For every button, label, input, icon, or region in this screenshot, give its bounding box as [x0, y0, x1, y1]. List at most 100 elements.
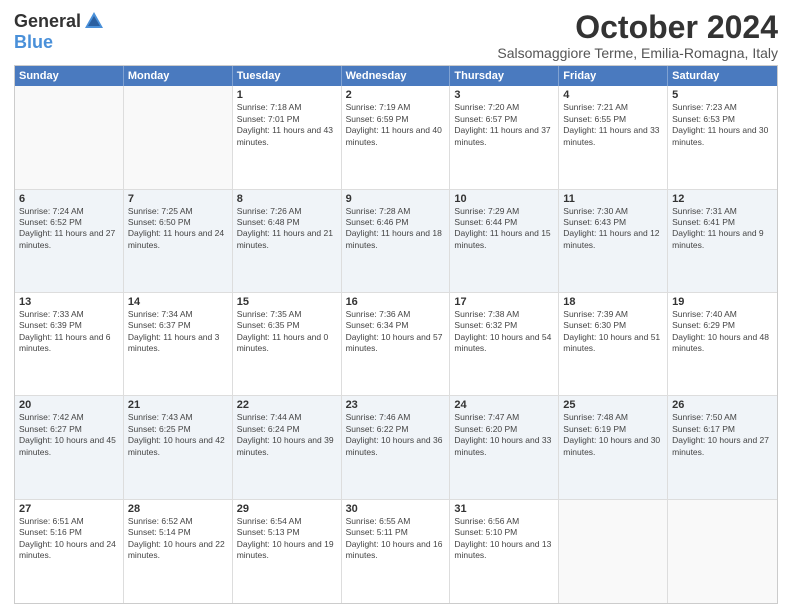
cell-info: Sunrise: 7:24 AMSunset: 6:52 PMDaylight:…	[19, 206, 119, 252]
day-number: 21	[128, 399, 228, 411]
calendar-cell	[668, 500, 777, 603]
calendar-cell: 13Sunrise: 7:33 AMSunset: 6:39 PMDayligh…	[15, 293, 124, 395]
cell-info: Sunrise: 6:52 AMSunset: 5:14 PMDaylight:…	[128, 516, 228, 562]
cell-info: Sunrise: 7:33 AMSunset: 6:39 PMDaylight:…	[19, 309, 119, 355]
logo-icon	[83, 10, 105, 32]
calendar-cell: 16Sunrise: 7:36 AMSunset: 6:34 PMDayligh…	[342, 293, 451, 395]
calendar-header: SundayMondayTuesdayWednesdayThursdayFrid…	[15, 66, 777, 86]
calendar-cell: 21Sunrise: 7:43 AMSunset: 6:25 PMDayligh…	[124, 396, 233, 498]
day-number: 6	[19, 193, 119, 205]
calendar-row-4: 27Sunrise: 6:51 AMSunset: 5:16 PMDayligh…	[15, 500, 777, 603]
month-title: October 2024	[497, 10, 778, 45]
day-number: 7	[128, 193, 228, 205]
header-day-sunday: Sunday	[15, 66, 124, 86]
day-number: 5	[672, 89, 773, 101]
calendar-cell: 25Sunrise: 7:48 AMSunset: 6:19 PMDayligh…	[559, 396, 668, 498]
day-number: 10	[454, 193, 554, 205]
header-day-friday: Friday	[559, 66, 668, 86]
calendar-cell: 9Sunrise: 7:28 AMSunset: 6:46 PMDaylight…	[342, 190, 451, 292]
cell-info: Sunrise: 7:35 AMSunset: 6:35 PMDaylight:…	[237, 309, 337, 355]
cell-info: Sunrise: 7:20 AMSunset: 6:57 PMDaylight:…	[454, 102, 554, 148]
calendar-cell	[559, 500, 668, 603]
cell-info: Sunrise: 6:54 AMSunset: 5:13 PMDaylight:…	[237, 516, 337, 562]
calendar-cell: 6Sunrise: 7:24 AMSunset: 6:52 PMDaylight…	[15, 190, 124, 292]
calendar-cell: 29Sunrise: 6:54 AMSunset: 5:13 PMDayligh…	[233, 500, 342, 603]
cell-info: Sunrise: 7:30 AMSunset: 6:43 PMDaylight:…	[563, 206, 663, 252]
cell-info: Sunrise: 7:42 AMSunset: 6:27 PMDaylight:…	[19, 412, 119, 458]
calendar-row-0: 1Sunrise: 7:18 AMSunset: 7:01 PMDaylight…	[15, 86, 777, 189]
logo: General Blue	[14, 10, 105, 53]
day-number: 22	[237, 399, 337, 411]
cell-info: Sunrise: 7:47 AMSunset: 6:20 PMDaylight:…	[454, 412, 554, 458]
day-number: 27	[19, 503, 119, 515]
day-number: 24	[454, 399, 554, 411]
day-number: 4	[563, 89, 663, 101]
cell-info: Sunrise: 7:34 AMSunset: 6:37 PMDaylight:…	[128, 309, 228, 355]
cell-info: Sunrise: 7:46 AMSunset: 6:22 PMDaylight:…	[346, 412, 446, 458]
calendar-cell: 30Sunrise: 6:55 AMSunset: 5:11 PMDayligh…	[342, 500, 451, 603]
day-number: 8	[237, 193, 337, 205]
calendar-cell: 22Sunrise: 7:44 AMSunset: 6:24 PMDayligh…	[233, 396, 342, 498]
calendar-row-3: 20Sunrise: 7:42 AMSunset: 6:27 PMDayligh…	[15, 396, 777, 499]
header-day-monday: Monday	[124, 66, 233, 86]
cell-info: Sunrise: 7:25 AMSunset: 6:50 PMDaylight:…	[128, 206, 228, 252]
header-day-saturday: Saturday	[668, 66, 777, 86]
cell-info: Sunrise: 7:23 AMSunset: 6:53 PMDaylight:…	[672, 102, 773, 148]
calendar-cell	[124, 86, 233, 188]
day-number: 16	[346, 296, 446, 308]
day-number: 19	[672, 296, 773, 308]
day-number: 2	[346, 89, 446, 101]
calendar-cell: 28Sunrise: 6:52 AMSunset: 5:14 PMDayligh…	[124, 500, 233, 603]
calendar-cell: 18Sunrise: 7:39 AMSunset: 6:30 PMDayligh…	[559, 293, 668, 395]
day-number: 13	[19, 296, 119, 308]
day-number: 20	[19, 399, 119, 411]
calendar-cell: 5Sunrise: 7:23 AMSunset: 6:53 PMDaylight…	[668, 86, 777, 188]
calendar-cell: 31Sunrise: 6:56 AMSunset: 5:10 PMDayligh…	[450, 500, 559, 603]
cell-info: Sunrise: 7:18 AMSunset: 7:01 PMDaylight:…	[237, 102, 337, 148]
calendar-cell: 8Sunrise: 7:26 AMSunset: 6:48 PMDaylight…	[233, 190, 342, 292]
cell-info: Sunrise: 7:31 AMSunset: 6:41 PMDaylight:…	[672, 206, 773, 252]
day-number: 28	[128, 503, 228, 515]
calendar-row-1: 6Sunrise: 7:24 AMSunset: 6:52 PMDaylight…	[15, 190, 777, 293]
calendar-cell: 20Sunrise: 7:42 AMSunset: 6:27 PMDayligh…	[15, 396, 124, 498]
cell-info: Sunrise: 7:50 AMSunset: 6:17 PMDaylight:…	[672, 412, 773, 458]
day-number: 26	[672, 399, 773, 411]
calendar-cell: 23Sunrise: 7:46 AMSunset: 6:22 PMDayligh…	[342, 396, 451, 498]
cell-info: Sunrise: 7:29 AMSunset: 6:44 PMDaylight:…	[454, 206, 554, 252]
calendar-cell: 26Sunrise: 7:50 AMSunset: 6:17 PMDayligh…	[668, 396, 777, 498]
day-number: 31	[454, 503, 554, 515]
header: General Blue October 2024 Salsomaggiore …	[14, 10, 778, 61]
calendar-cell: 17Sunrise: 7:38 AMSunset: 6:32 PMDayligh…	[450, 293, 559, 395]
cell-info: Sunrise: 7:44 AMSunset: 6:24 PMDaylight:…	[237, 412, 337, 458]
logo-general-text: General	[14, 11, 81, 32]
cell-info: Sunrise: 7:21 AMSunset: 6:55 PMDaylight:…	[563, 102, 663, 148]
cell-info: Sunrise: 7:19 AMSunset: 6:59 PMDaylight:…	[346, 102, 446, 148]
calendar-cell: 3Sunrise: 7:20 AMSunset: 6:57 PMDaylight…	[450, 86, 559, 188]
cell-info: Sunrise: 7:28 AMSunset: 6:46 PMDaylight:…	[346, 206, 446, 252]
cell-info: Sunrise: 7:40 AMSunset: 6:29 PMDaylight:…	[672, 309, 773, 355]
calendar-cell: 14Sunrise: 7:34 AMSunset: 6:37 PMDayligh…	[124, 293, 233, 395]
calendar-cell: 24Sunrise: 7:47 AMSunset: 6:20 PMDayligh…	[450, 396, 559, 498]
cell-info: Sunrise: 7:26 AMSunset: 6:48 PMDaylight:…	[237, 206, 337, 252]
day-number: 23	[346, 399, 446, 411]
cell-info: Sunrise: 7:39 AMSunset: 6:30 PMDaylight:…	[563, 309, 663, 355]
header-day-thursday: Thursday	[450, 66, 559, 86]
title-section: October 2024 Salsomaggiore Terme, Emilia…	[497, 10, 778, 61]
cell-info: Sunrise: 6:51 AMSunset: 5:16 PMDaylight:…	[19, 516, 119, 562]
day-number: 11	[563, 193, 663, 205]
cell-info: Sunrise: 6:56 AMSunset: 5:10 PMDaylight:…	[454, 516, 554, 562]
cell-info: Sunrise: 7:48 AMSunset: 6:19 PMDaylight:…	[563, 412, 663, 458]
cell-info: Sunrise: 7:36 AMSunset: 6:34 PMDaylight:…	[346, 309, 446, 355]
calendar: SundayMondayTuesdayWednesdayThursdayFrid…	[14, 65, 778, 604]
day-number: 14	[128, 296, 228, 308]
logo-blue-text: Blue	[14, 32, 53, 53]
cell-info: Sunrise: 7:43 AMSunset: 6:25 PMDaylight:…	[128, 412, 228, 458]
header-day-wednesday: Wednesday	[342, 66, 451, 86]
day-number: 1	[237, 89, 337, 101]
calendar-body: 1Sunrise: 7:18 AMSunset: 7:01 PMDaylight…	[15, 86, 777, 603]
day-number: 9	[346, 193, 446, 205]
day-number: 18	[563, 296, 663, 308]
calendar-cell	[15, 86, 124, 188]
calendar-cell: 2Sunrise: 7:19 AMSunset: 6:59 PMDaylight…	[342, 86, 451, 188]
cell-info: Sunrise: 6:55 AMSunset: 5:11 PMDaylight:…	[346, 516, 446, 562]
